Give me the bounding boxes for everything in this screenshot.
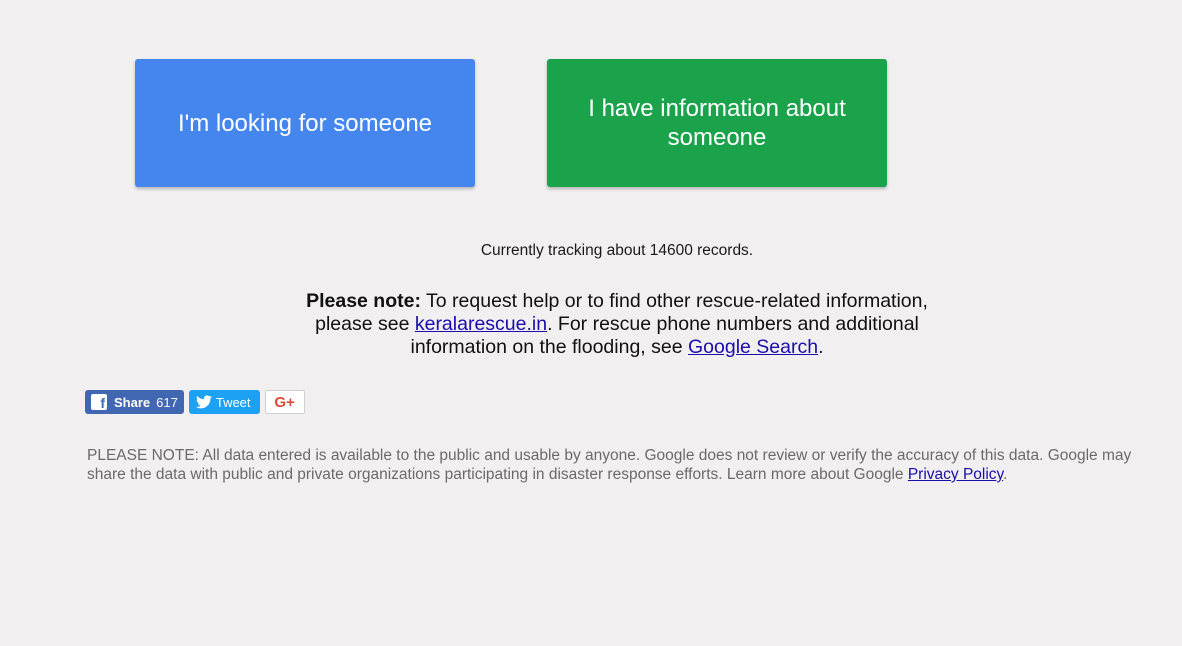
looking-for-someone-button[interactable]: I'm looking for someone	[135, 59, 475, 187]
note-text-3: .	[818, 336, 824, 358]
facebook-share-button[interactable]: f Share 617	[85, 390, 184, 414]
page: I'm looking for someone I have informati…	[0, 0, 1182, 646]
have-information-button[interactable]: I have information about someone	[547, 59, 887, 187]
privacy-disclaimer: PLEASE NOTE: All data entered is availab…	[87, 446, 1157, 484]
records-count-text: Currently tracking about 14600 records.	[480, 242, 754, 259]
looking-for-someone-label: I'm looking for someone	[177, 109, 433, 137]
please-note-block: Please note: To request help or to find …	[300, 290, 934, 359]
disclaimer-end: .	[1003, 466, 1008, 483]
please-note-label: Please note:	[306, 290, 421, 312]
tweet-button[interactable]: Tweet	[188, 390, 260, 414]
social-share-bar: f Share 617 Tweet G+	[85, 390, 305, 414]
have-information-label: I have information about someone	[588, 95, 846, 151]
facebook-share-count: 617	[156, 394, 178, 410]
facebook-share-label: Share	[114, 394, 151, 410]
keralarescue-link[interactable]: keralarescue.in	[415, 313, 547, 335]
google-search-link[interactable]: Google Search	[688, 336, 818, 358]
twitter-bird-icon	[195, 395, 212, 409]
facebook-icon: f	[91, 394, 107, 410]
tweet-label: Tweet	[215, 394, 251, 410]
google-plus-icon: G+	[274, 393, 295, 411]
google-plus-button[interactable]: G+	[264, 390, 305, 414]
privacy-policy-link[interactable]: Privacy Policy	[908, 466, 1003, 483]
